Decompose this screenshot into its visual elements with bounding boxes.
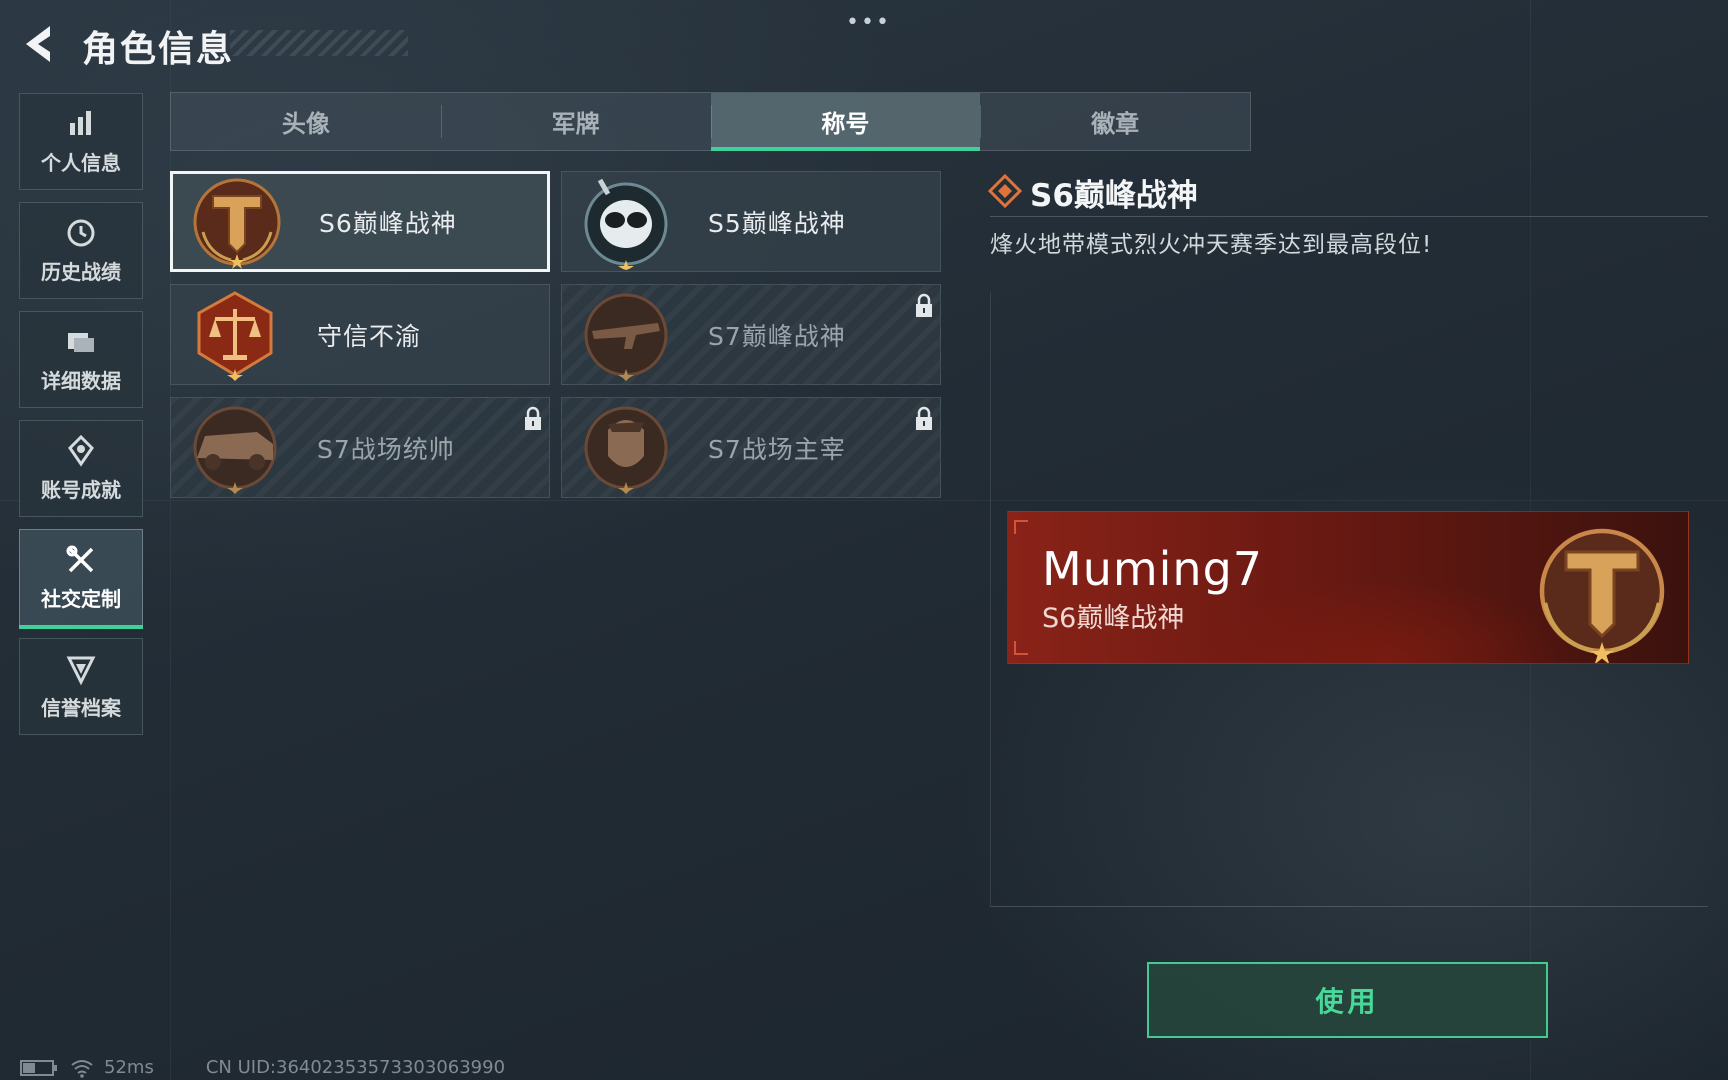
soldier-portrait-emblem-icon — [584, 406, 668, 494]
sidebar-item-social-custom[interactable]: 社交定制 — [19, 529, 143, 629]
title-preview-banner: Muming7 S6巅峰战神 — [1007, 511, 1689, 664]
credit-badge-icon — [66, 656, 96, 686]
title-card-locked[interactable]: S7巅峰战神 — [561, 284, 941, 385]
armored-vehicle-emblem-icon — [193, 406, 277, 494]
battery-icon — [20, 1059, 57, 1076]
skull-goggles-emblem-icon — [584, 178, 668, 270]
sidebar-item-label: 个人信息 — [41, 151, 121, 175]
sidebar-item-label: 历史战绩 — [41, 260, 121, 284]
wifi-icon — [71, 1059, 93, 1078]
sidebar-item-achievements[interactable]: 账号成就 — [19, 420, 143, 517]
ping-value: 52ms — [104, 1057, 154, 1078]
lock-icon — [916, 293, 932, 317]
sidebar-item-history[interactable]: 历史战绩 — [19, 202, 143, 299]
title-card-locked[interactable]: S7战场主宰 — [561, 397, 941, 498]
grid-line — [170, 0, 171, 1080]
title-card-label: S6巅峰战神 — [319, 208, 457, 238]
sidebar-item-label: 详细数据 — [41, 369, 121, 393]
diamond-marker-icon — [988, 174, 1022, 208]
use-button[interactable]: 使用 — [1147, 962, 1548, 1038]
back-arrow-icon[interactable] — [20, 22, 60, 66]
category-tabs: 头像 军牌 称号 徽章 — [170, 92, 1251, 151]
page-title: 角色信息 — [82, 29, 235, 70]
sidebar-item-label: 社交定制 — [41, 587, 121, 611]
user-uid: CN UID:36402353573303063990 — [205, 1057, 506, 1078]
title-card-locked[interactable]: S7战场统帅 — [170, 397, 550, 498]
bar-chart-icon — [70, 111, 91, 135]
title-card-label: S7战场主宰 — [708, 434, 846, 464]
title-card-label: S7战场统帅 — [317, 434, 455, 464]
title-decoration — [230, 30, 408, 56]
title-card-label: 守信不渝 — [317, 321, 422, 351]
player-name: Muming7 — [1042, 542, 1264, 596]
t-shield-emblem-icon — [1539, 528, 1665, 663]
achievement-icon — [68, 434, 94, 467]
status-bar: 52ms CN UID:36402353573303063990 — [20, 1057, 505, 1078]
sidebar-item-label: 账号成就 — [41, 478, 121, 502]
sidebar: 个人信息 历史战绩 详细数据 账号成就 社交定制 信誉档案 — [19, 93, 144, 747]
lock-icon — [916, 406, 932, 430]
title-card-label: S7巅峰战神 — [708, 321, 846, 351]
title-card[interactable]: S5巅峰战神 — [561, 171, 941, 272]
title-card[interactable]: 守信不渝 — [170, 284, 550, 385]
tab-avatar[interactable]: 头像 — [171, 93, 441, 150]
lock-icon — [525, 406, 541, 430]
banner-corner — [1014, 641, 1028, 655]
history-clock-icon — [67, 219, 95, 247]
tab-dogtag[interactable]: 军牌 — [440, 93, 711, 150]
sidebar-item-credit[interactable]: 信誉档案 — [19, 638, 143, 735]
banner-corner — [1014, 520, 1028, 534]
more-menu-dots[interactable]: ••• — [846, 10, 891, 35]
divider — [990, 216, 1708, 217]
scales-emblem-icon — [197, 290, 273, 381]
rifle-emblem-icon — [584, 293, 668, 381]
selected-title-name: S6巅峰战神 — [1030, 178, 1198, 214]
title-card-label: S5巅峰战神 — [708, 208, 846, 238]
sidebar-item-label: 信誉档案 — [41, 696, 121, 720]
tab-badge[interactable]: 徽章 — [980, 93, 1250, 150]
preview-title: S6巅峰战神 — [1042, 603, 1185, 634]
sidebar-item-personal-info[interactable]: 个人信息 — [19, 93, 143, 190]
title-card[interactable]: S6巅峰战神 — [170, 171, 550, 272]
tools-icon — [66, 545, 94, 573]
selected-title-description: 烽火地带模式烈火冲天赛季达到最高段位! — [990, 232, 1433, 258]
sidebar-item-detailed-data[interactable]: 详细数据 — [19, 311, 143, 408]
t-shield-emblem-icon — [193, 178, 281, 269]
folder-data-icon — [68, 333, 94, 352]
tab-title[interactable]: 称号 — [710, 93, 981, 151]
